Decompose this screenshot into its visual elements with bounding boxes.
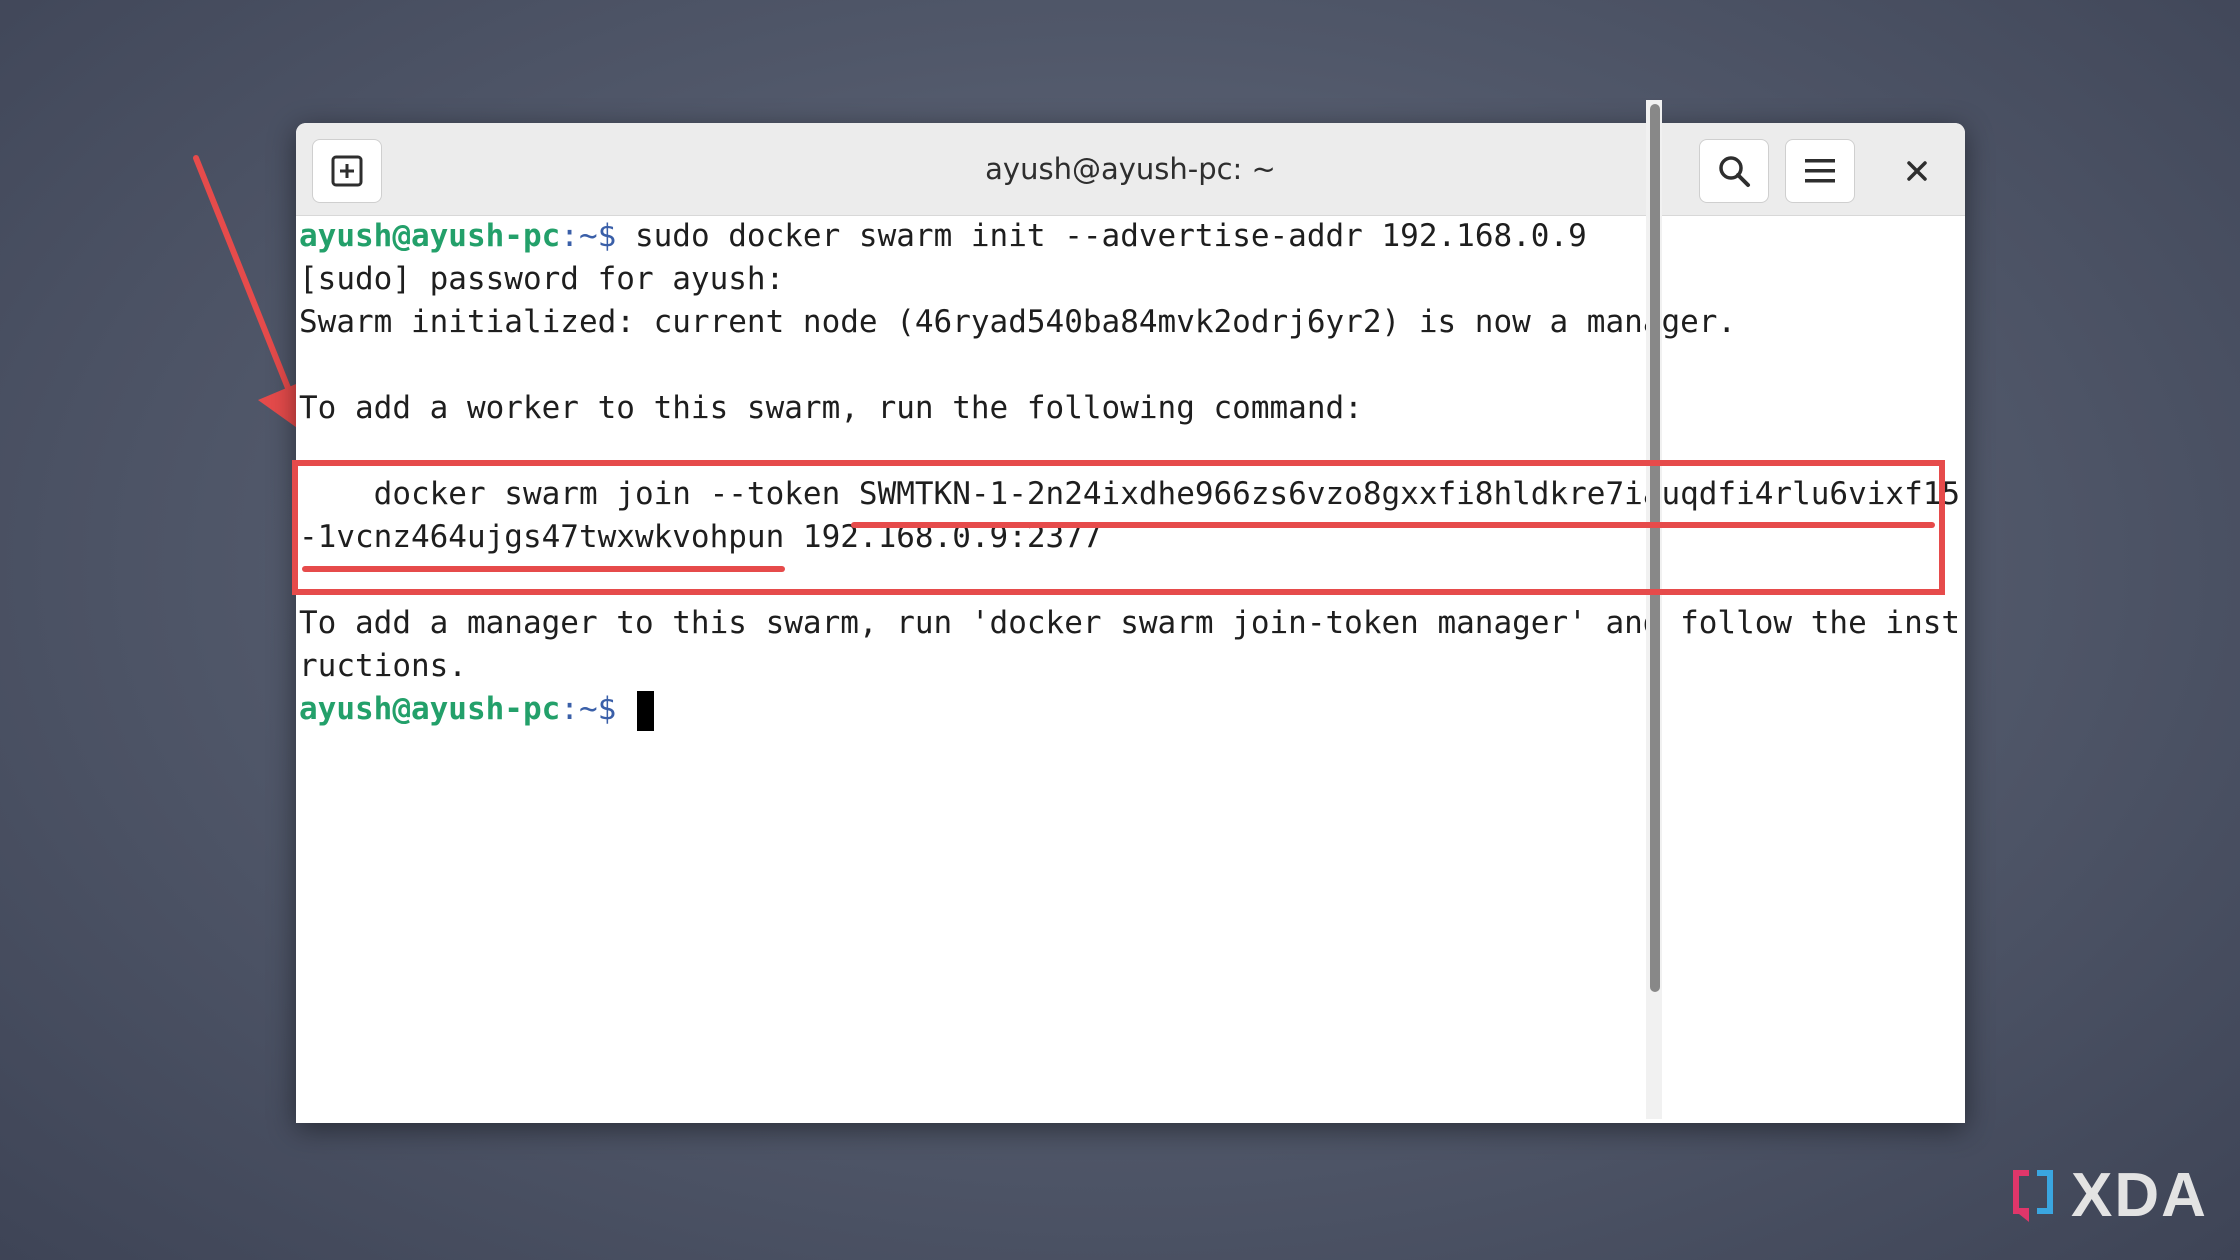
terminal-line: Swarm initialized: current node (46ryad5… [299, 304, 1737, 340]
terminal-line: To add a worker to this swarm, run the f… [299, 390, 1363, 426]
hamburger-menu-icon [1805, 159, 1835, 183]
new-tab-button[interactable] [312, 139, 382, 203]
close-icon [1907, 161, 1927, 181]
new-tab-icon [331, 155, 363, 187]
prompt-path: :~$ [560, 691, 635, 727]
terminal-window: ayush@ayush-pc: ~ ayush@ayush-pc:~$ sudo… [296, 123, 1965, 1123]
window-title: ayush@ayush-pc: ~ [985, 152, 1276, 186]
terminal-line: [sudo] password for ayush: [299, 261, 785, 297]
terminal-line: To add a manager to this swarm, run 'doc… [299, 605, 1961, 641]
title-bar: ayush@ayush-pc: ~ [296, 123, 1965, 216]
text-cursor [636, 690, 654, 731]
prompt-user: ayush@ayush-pc [299, 218, 561, 254]
prompt-user: ayush@ayush-pc [299, 691, 561, 727]
terminal-line: ructions. [299, 648, 467, 684]
terminal-line: ayush@ayush-pc:~$ sudo docker swarm init… [299, 215, 1936, 258]
search-icon [1719, 156, 1750, 187]
menu-button[interactable] [1785, 139, 1855, 203]
search-button[interactable] [1699, 139, 1769, 203]
vertical-scrollbar[interactable] [1646, 100, 1662, 1119]
terminal-output[interactable]: ayush@ayush-pc:~$ sudo docker swarm init… [296, 215, 1961, 1123]
token-underline [302, 566, 785, 572]
command-text: sudo docker swarm init --advertise-addr … [634, 218, 1587, 254]
xda-brand-text: XDA [2071, 1160, 2208, 1230]
terminal-line: ayush@ayush-pc:~$ [299, 688, 1936, 731]
xda-logo-icon [2013, 1170, 2053, 1222]
close-button[interactable] [1882, 139, 1952, 203]
token-underline [851, 522, 1935, 528]
prompt-path: :~$ [560, 218, 635, 254]
xda-watermark: XDA [2005, 1160, 2208, 1230]
